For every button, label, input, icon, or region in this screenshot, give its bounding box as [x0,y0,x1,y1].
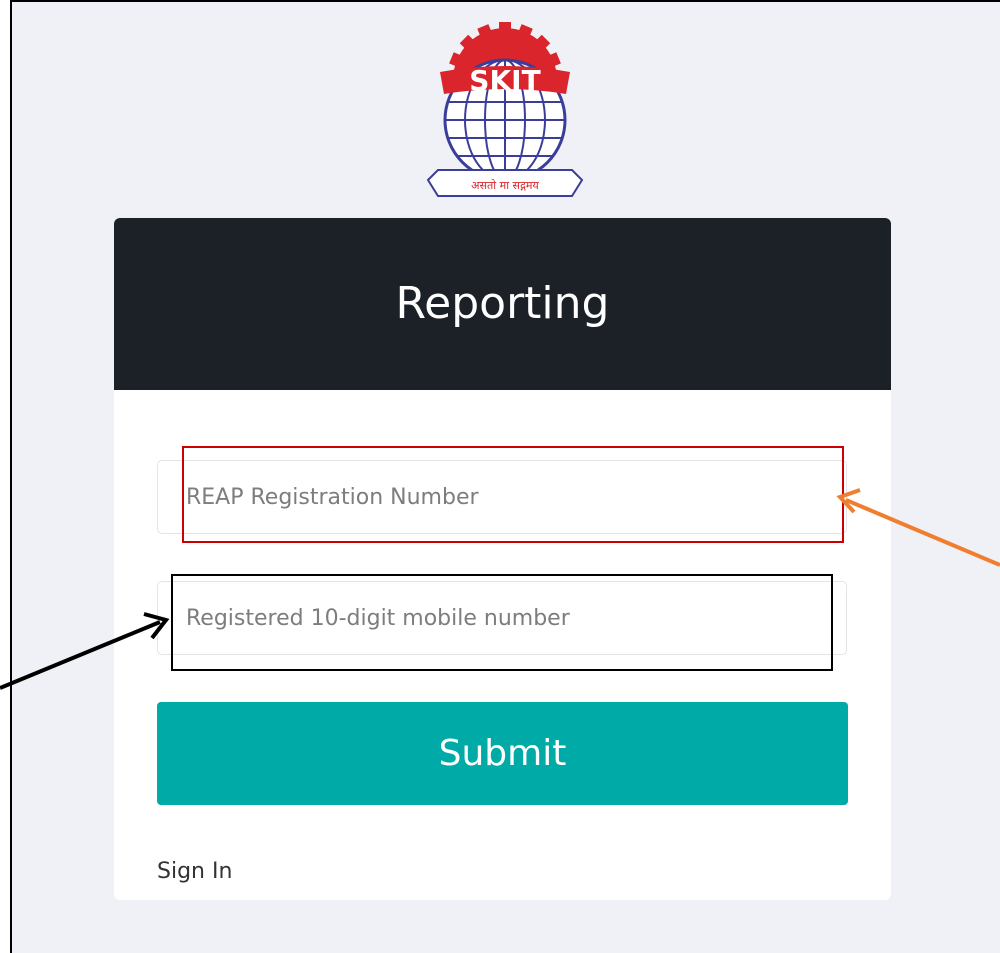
screenshot-stage: SKIT असतो मा सद्गमय Reporting Submit Sig… [0,0,1000,953]
reporting-card: Reporting Submit Sign In [114,218,891,900]
submit-button[interactable]: Submit [157,702,848,805]
skit-logo: SKIT असतो मा सद्गमय [418,20,592,198]
logo-motto: असतो मा सद्गमय [471,179,539,192]
card-header: Reporting [114,218,891,390]
red-highlight-box [182,446,844,543]
skit-emblem-icon: SKIT असतो मा सद्गमय [426,22,584,197]
sign-in-link[interactable]: Sign In [157,859,232,884]
logo-brand-text: SKIT [469,64,540,97]
black-highlight-box [171,574,833,671]
page-title: Reporting [395,278,610,329]
